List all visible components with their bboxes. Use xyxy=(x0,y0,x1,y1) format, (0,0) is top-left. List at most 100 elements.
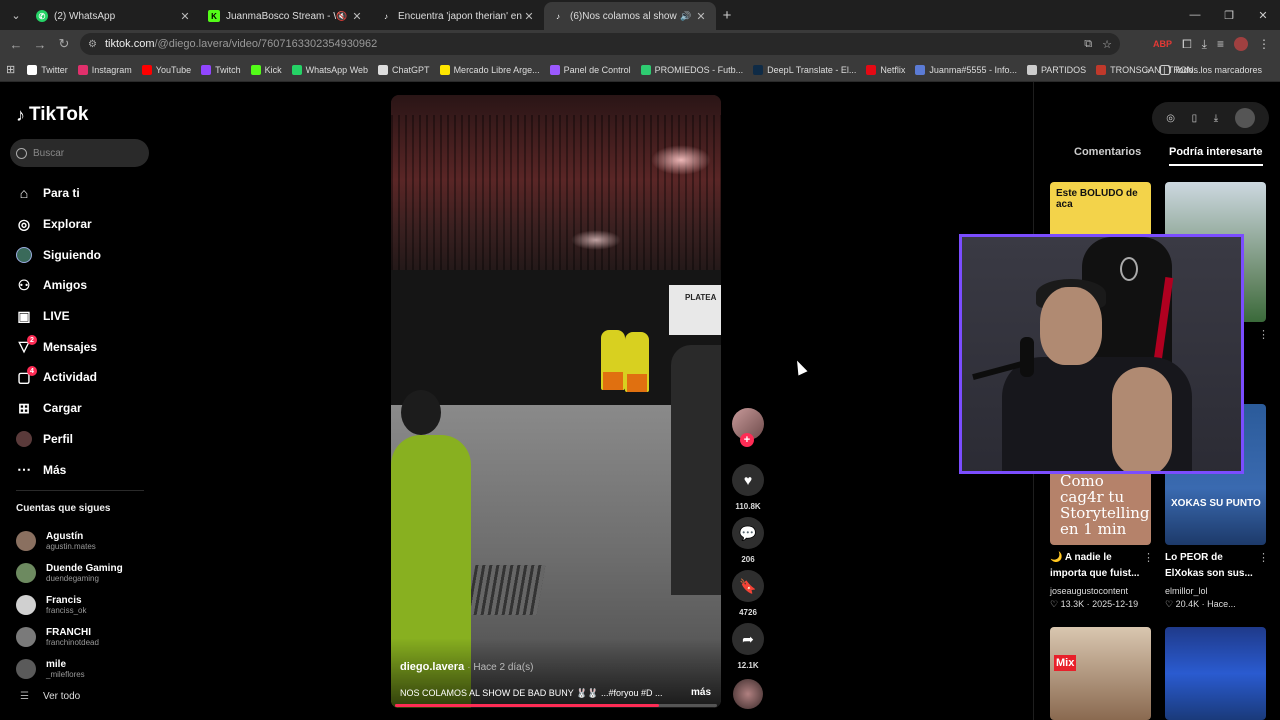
close-tab-icon[interactable]: ✕ xyxy=(350,10,364,23)
like-action: ♥ 110.8K xyxy=(731,464,765,514)
bookmark-item[interactable]: Netflix xyxy=(866,64,905,75)
more-options-icon[interactable]: ⋮ xyxy=(1258,328,1269,341)
compass-icon: ◎ xyxy=(17,215,31,232)
suggested-video-author[interactable]: elmillor_lol xyxy=(1165,586,1208,596)
suggested-video-thumb[interactable]: Como cag4r tu Storytelling en 1 min xyxy=(1050,467,1151,545)
menu-icon[interactable]: ⋮ xyxy=(1258,37,1270,51)
compass-icon[interactable]: ◎ xyxy=(1166,113,1175,124)
bookmark-favicon-icon xyxy=(141,64,152,75)
minimize-icon[interactable]: — xyxy=(1178,0,1212,30)
nav-item-perfil[interactable]: Perfil xyxy=(16,424,156,455)
bookmark-item[interactable]: Twitch xyxy=(201,64,241,75)
suggested-video-author[interactable]: joseaugustocontent xyxy=(1050,586,1128,596)
video-progress-bar[interactable] xyxy=(395,704,717,707)
comment-count: 206 xyxy=(741,555,755,564)
nav-item-live[interactable]: ▣ LIVE xyxy=(16,301,156,332)
video-caption: NOS COLAMOS AL SHOW DE BAD BUNY 🐰🐰 ...#f… xyxy=(400,687,712,698)
reload-icon[interactable]: ↻ xyxy=(52,36,76,52)
search-input[interactable]: Buscar xyxy=(10,139,149,167)
adblock-icon[interactable]: ABP xyxy=(1153,39,1172,49)
tab-whatsapp[interactable]: ✆ (2) WhatsApp ✕ xyxy=(28,2,200,30)
nav-item-explorar[interactable]: ◎ Explorar xyxy=(16,209,156,240)
apps-grid-icon[interactable]: ⊞ xyxy=(6,63,15,76)
tab-search-button[interactable]: ⌄ xyxy=(4,3,28,27)
webcam-microphone xyxy=(1020,337,1034,377)
video-player[interactable]: PLATEA xyxy=(391,95,721,708)
bookmark-icon[interactable]: 🔖 xyxy=(732,570,764,602)
follow-plus-icon[interactable]: + xyxy=(740,433,754,447)
phone-icon[interactable]: ▯ xyxy=(1192,113,1198,124)
more-options-icon[interactable]: ⋮ xyxy=(1143,551,1154,564)
tab-suggested[interactable]: Podría interesarte xyxy=(1169,140,1263,166)
speaker-icon[interactable]: 🔊 xyxy=(680,11,694,22)
heart-icon[interactable]: ♥ xyxy=(732,464,764,496)
suggested-video-title[interactable]: 🌙 A nadie le importa que fuist... xyxy=(1050,550,1148,582)
nav-item-cargar[interactable]: ⊞ Cargar xyxy=(16,393,156,424)
close-tab-icon[interactable]: ✕ xyxy=(694,10,708,23)
followed-account[interactable]: Duende Gaming duendegaming xyxy=(16,557,123,589)
profile-avatar-icon[interactable] xyxy=(1234,37,1248,51)
tab-tiktok-search[interactable]: ♪ Encuentra 'japon therian' en Tik ✕ xyxy=(372,2,544,30)
tab-comments[interactable]: Comentarios xyxy=(1074,140,1141,164)
bookmark-item[interactable]: PARTIDOS xyxy=(1026,64,1086,75)
back-icon[interactable]: ← xyxy=(4,37,28,52)
tab-kick-stream[interactable]: K JuanmaBosco Stream - Wat 🔇 ✕ xyxy=(200,2,372,30)
bookmark-item[interactable]: DeepL Translate - El... xyxy=(753,64,856,75)
install-app-icon[interactable]: ⧉ xyxy=(1084,38,1092,51)
more-bookmarks-icon[interactable]: » xyxy=(1145,65,1150,75)
download-icon[interactable]: ⤓ xyxy=(1214,113,1218,124)
download-icon[interactable]: ⤓ xyxy=(1202,37,1207,52)
close-window-icon[interactable]: ✕ xyxy=(1246,0,1280,30)
suggested-video-thumb[interactable]: Mix xyxy=(1050,627,1151,720)
notification-badge: 4 xyxy=(27,366,37,377)
bookmark-star-icon[interactable]: ☆ xyxy=(1102,38,1112,51)
site-info-icon[interactable]: ⚙ xyxy=(88,39,97,50)
all-bookmarks-folder[interactable]: Todos los marcadores xyxy=(1159,64,1262,75)
bookmark-item[interactable]: Panel de Control xyxy=(549,64,631,75)
close-tab-icon[interactable]: ✕ xyxy=(522,10,536,23)
bookmark-item[interactable]: Twitter xyxy=(27,64,68,75)
bookmark-item[interactable]: Instagram xyxy=(77,64,132,75)
nav-item-más[interactable]: ⋯ Más xyxy=(16,454,156,485)
tiktok-logo[interactable]: ♪ TikTok xyxy=(16,104,88,126)
panel-tabs: Comentarios Podría interesarte xyxy=(1034,140,1280,170)
more-options-icon[interactable]: ⋮ xyxy=(1258,551,1269,564)
url-bar[interactable]: ⚙ tiktok.com/@diego.lavera/video/7607163… xyxy=(80,33,1120,55)
followed-account[interactable]: Francis franciss_ok xyxy=(16,589,123,621)
muted-icon[interactable]: 🔇 xyxy=(336,11,350,22)
nav-item-actividad[interactable]: ▢ Actividad 4 xyxy=(16,362,156,393)
extensions-icon[interactable]: ⧠ xyxy=(1182,37,1192,52)
bookmark-item[interactable]: Juanma#5555 - Info... xyxy=(915,64,1017,75)
share-icon[interactable]: ➦ xyxy=(732,623,764,655)
followed-account[interactable]: FRANCHI franchinotdead xyxy=(16,621,123,653)
followed-account[interactable]: Agustín agustin.mates xyxy=(16,525,123,557)
profile-avatar[interactable] xyxy=(1234,108,1255,128)
nav-item-amigos[interactable]: ⚇ Amigos xyxy=(16,270,156,301)
save-action: 🔖 4726 xyxy=(731,570,765,620)
suggested-video-title[interactable]: Lo PEOR de ElXokas son sus... xyxy=(1165,550,1263,582)
media-control-icon[interactable]: ≡ xyxy=(1217,37,1224,51)
followed-account[interactable]: mile _mileflores xyxy=(16,653,123,685)
close-tab-icon[interactable]: ✕ xyxy=(178,10,192,23)
nav-item-mensajes[interactable]: ▽ Mensajes 2 xyxy=(16,331,156,362)
bookmark-item[interactable]: Kick xyxy=(250,64,282,75)
comment-icon[interactable]: 💬 xyxy=(732,517,764,549)
suggested-video-thumb[interactable] xyxy=(1165,627,1266,720)
bookmark-item[interactable]: WhatsApp Web xyxy=(291,64,368,75)
see-all-button[interactable]: ☰ Ver todo xyxy=(20,691,80,702)
new-tab-button[interactable]: + xyxy=(716,7,738,24)
music-disc-icon[interactable] xyxy=(733,679,763,709)
video-author[interactable]: diego.lavera · Hace 2 día(s) xyxy=(400,661,533,673)
bookmark-item[interactable]: PROMIEDOS - Futb... xyxy=(640,64,743,75)
nav-item-para-ti[interactable]: ⌂ Para ti xyxy=(16,178,156,209)
nav-item-siguiendo[interactable]: Siguiendo xyxy=(16,239,156,270)
bookmark-item[interactable]: ChatGPT xyxy=(378,64,430,75)
forward-icon[interactable]: → xyxy=(28,37,52,52)
main-nav: ⌂ Para ti ◎ Explorar Siguiendo ⚇ Amigos ▣ LIVE ▽ M… xyxy=(16,178,156,485)
tiktok-icon: ♪ xyxy=(16,104,25,125)
bookmark-item[interactable]: Mercado Libre Arge... xyxy=(439,64,540,75)
more-caption-button[interactable]: más xyxy=(691,687,711,698)
tab-tiktok-video[interactable]: ♪ (6)Nos colamos al show de 🔊 ✕ xyxy=(544,2,716,30)
restore-icon[interactable]: ❐ xyxy=(1212,0,1246,30)
bookmark-item[interactable]: YouTube xyxy=(141,64,191,75)
